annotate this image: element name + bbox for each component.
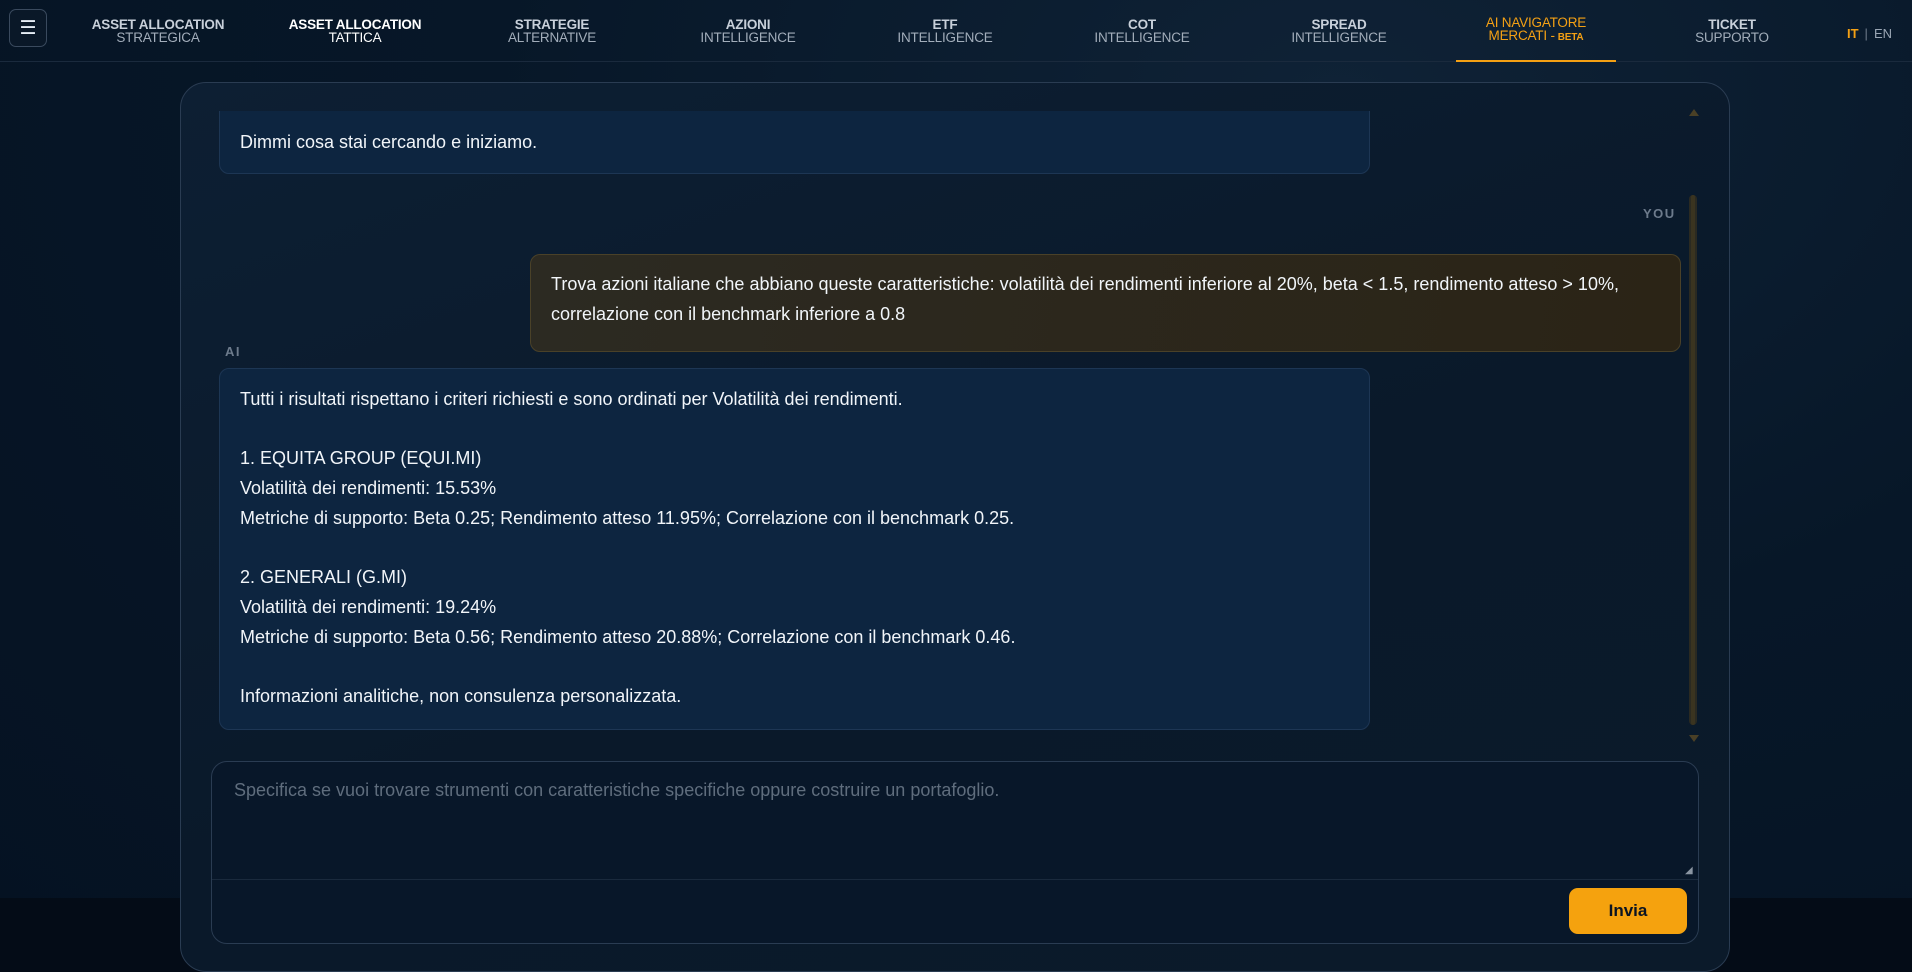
nav-asset-allocation-strategica[interactable]: ASSET ALLOCATION STRATEGICA [78,0,238,62]
nav-ai-navigatore-mercati[interactable]: AI NAVIGATORE MERCATI - BETA [1456,0,1616,62]
nav-ticket-supporto[interactable]: TICKET SUPPORTO [1652,0,1812,62]
message-composer: ◢ Invia [211,761,1699,944]
user-message: Trova azioni italiane che abbiano queste… [530,254,1681,352]
lang-en[interactable]: EN [1874,26,1892,41]
nav-label-line2: INTELLIGENCE [897,30,993,45]
nav-label-line2: TATTICA [328,30,382,45]
nav-label-line2-text: MERCATI - [1488,28,1555,43]
nav-etf-intelligence[interactable]: ETF INTELLIGENCE [865,0,1025,62]
user-message-text: Trova azioni italiane che abbiano queste… [551,274,1619,324]
ai-message-response: Tutti i risultati rispettano i criteri r… [219,368,1370,730]
nav-cot-intelligence[interactable]: COT INTELLIGENCE [1062,0,1222,62]
menu-glyph: ☰ [19,17,37,39]
page: ☰ ASSET ALLOCATION STRATEGICA ASSET ALLO… [0,0,1912,972]
nav-azioni-intelligence[interactable]: AZIONI INTELLIGENCE [668,0,828,62]
hamburger-menu-icon[interactable]: ☰ [9,9,47,47]
nav-label-line2: INTELLIGENCE [1291,30,1387,45]
ai-response-text: Tutti i risultati rispettano i criteri r… [240,389,1016,707]
nav-label-line2: SUPPORTO [1695,30,1769,45]
nav-label-line2: INTELLIGENCE [1094,30,1190,45]
send-button[interactable]: Invia [1569,888,1687,934]
ai-message-text: Dimmi cosa stai cercando e iniziamo. [240,132,538,152]
you-role-label: YOU [1643,206,1676,221]
scroll-up-icon[interactable] [1689,109,1699,116]
nav-label-line2: ALTERNATIVE [507,30,597,45]
nav-asset-allocation-tattica[interactable]: ASSET ALLOCATION TATTICA [275,0,435,62]
lang-it[interactable]: IT [1847,26,1859,41]
nav-label-line2: MERCATI - BETA [1489,29,1584,44]
scrollbar-thumb[interactable] [1691,195,1695,725]
beta-badge: BETA [1557,32,1584,43]
language-switcher: IT | EN [1847,26,1892,41]
nav-strategie-alternative[interactable]: STRATEGIE ALTERNATIVE [472,0,632,62]
ai-role-label: AI [225,344,241,359]
resize-grip-icon[interactable]: ◢ [1685,866,1695,876]
nav-label-line2: INTELLIGENCE [700,30,796,45]
nav-spread-intelligence[interactable]: SPREAD INTELLIGENCE [1259,0,1419,62]
nav-label-line2: STRATEGICA [116,30,200,45]
chat-panel: Dimmi cosa stai cercando e iniziamo. YOU… [180,82,1730,972]
chat-thread[interactable]: Dimmi cosa stai cercando e iniziamo. YOU… [181,111,1681,811]
scroll-down-icon[interactable] [1689,735,1699,742]
top-navigation: ☰ ASSET ALLOCATION STRATEGICA ASSET ALLO… [0,0,1912,62]
lang-separator: | [1864,26,1868,41]
message-input[interactable] [212,762,1698,880]
ai-message-intro: Dimmi cosa stai cercando e iniziamo. [219,111,1370,174]
